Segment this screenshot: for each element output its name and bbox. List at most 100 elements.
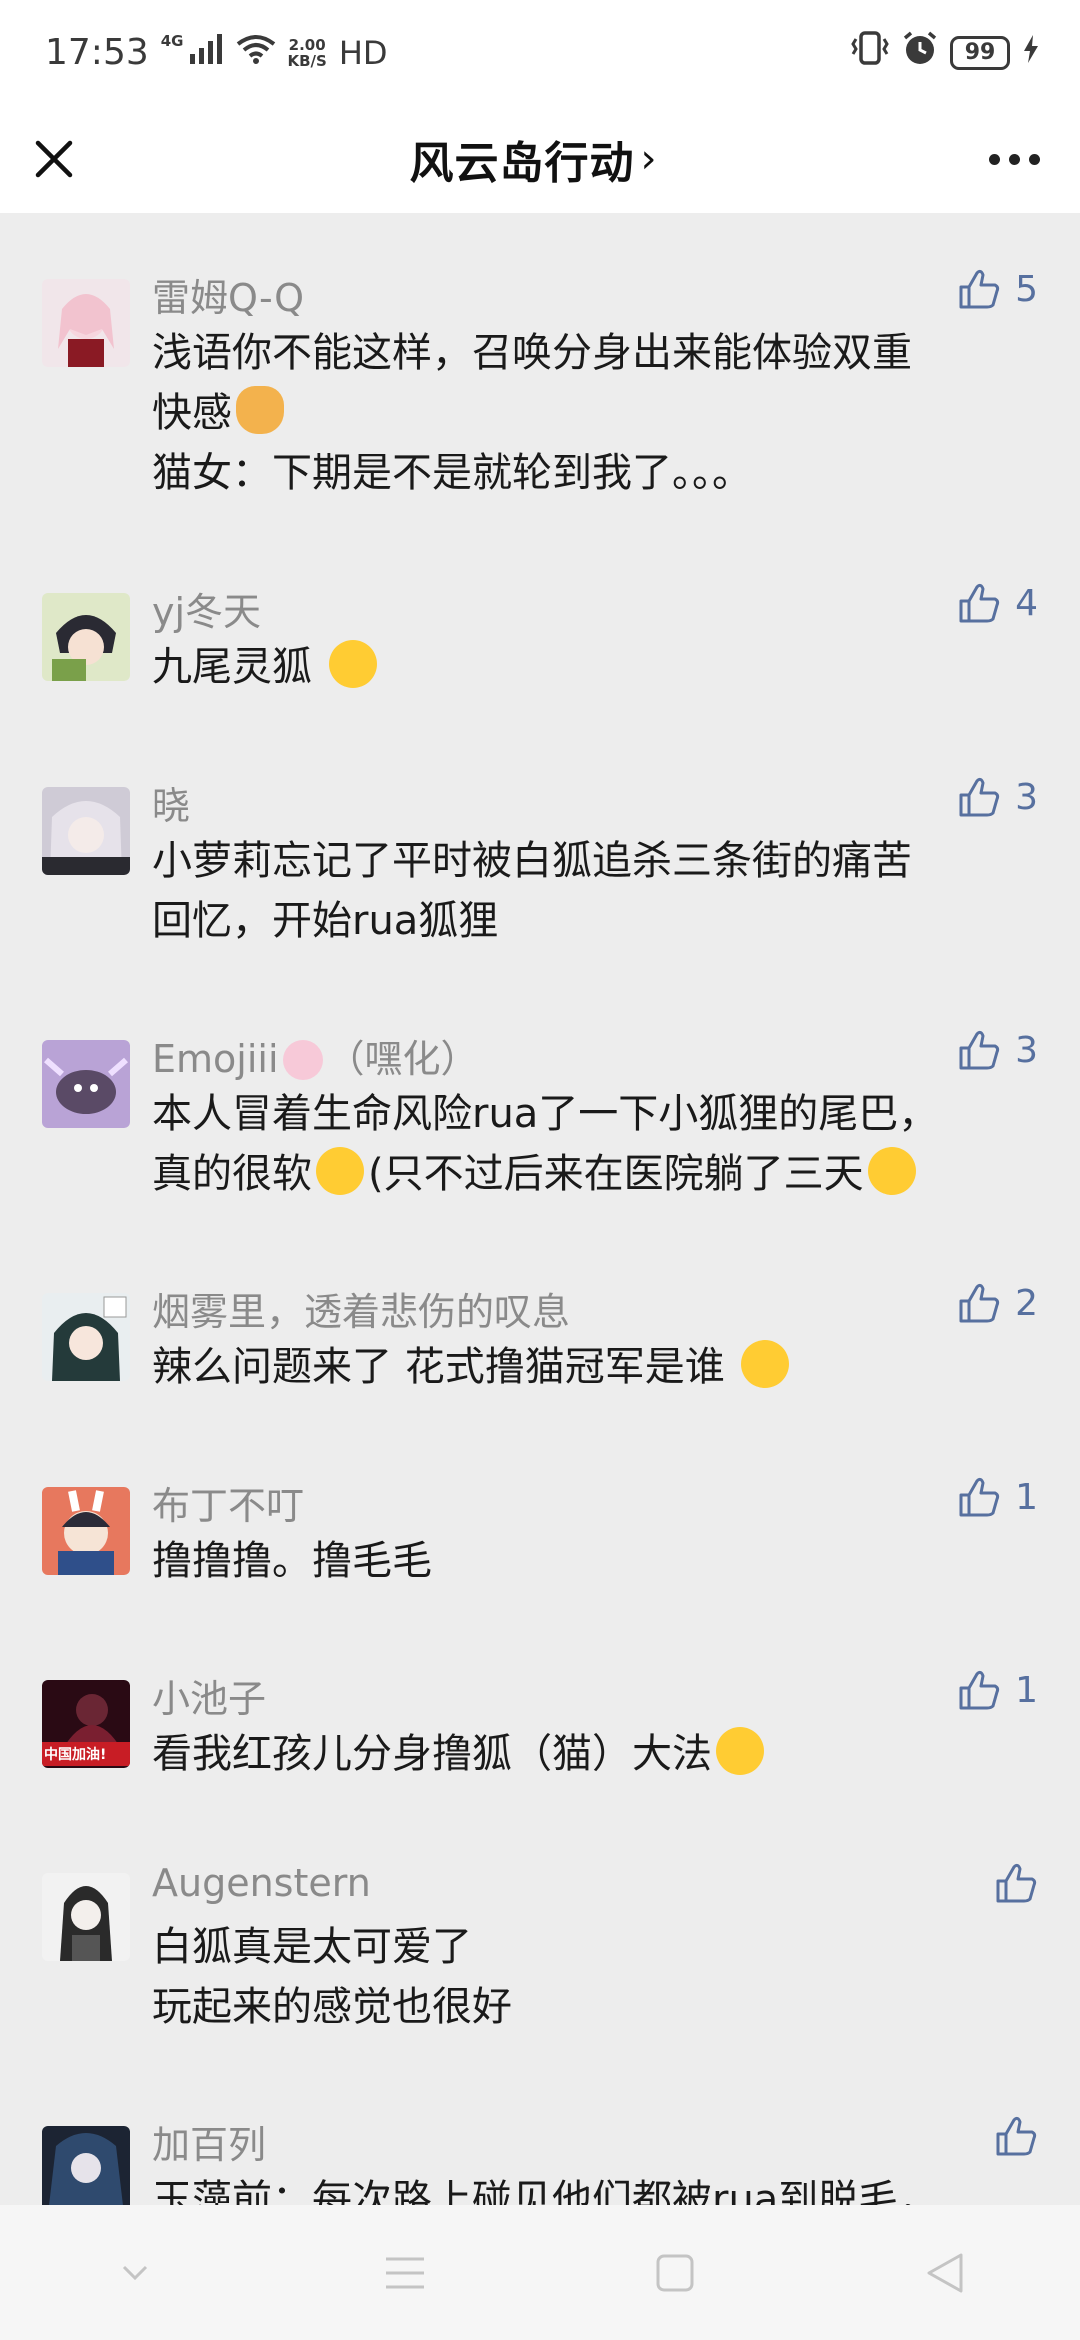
status-left: 17:53 4G 2.00 KB/S HD xyxy=(45,32,388,73)
status-right: 99 xyxy=(850,30,1040,75)
like-count: 2 xyxy=(1015,1282,1038,1324)
comment-line: 快感 xyxy=(152,390,232,436)
comment-text: 本人冒着生命风险rua了一下小狐狸的尾巴， 真的很软 (只不过后来在医院躺了三天 xyxy=(152,1084,1022,1204)
close-icon[interactable] xyxy=(30,135,78,183)
speed-value: 2.00 xyxy=(288,35,326,54)
avatar[interactable] xyxy=(42,1293,130,1381)
comment-author[interactable]: Emojiii （嘿化） xyxy=(152,1028,479,1083)
comment-text: 玉藻前：每次路上碰见他们都被rua到脱毛， xyxy=(152,2170,1022,2205)
thumbs-up-icon xyxy=(959,1670,1000,1710)
thumbs-up-icon xyxy=(959,583,1000,623)
comment-line: 看我红孩儿分身撸狐（猫）大法 xyxy=(152,1731,712,1777)
comment-author[interactable]: 加百列 xyxy=(152,2114,266,2169)
like-button[interactable]: 1 xyxy=(957,1668,1038,1712)
comment-line: 九尾灵狐 xyxy=(152,644,312,690)
like-count: 4 xyxy=(1015,582,1038,624)
avatar[interactable] xyxy=(42,279,130,367)
charging-icon xyxy=(1022,34,1040,71)
avatar[interactable] xyxy=(42,787,130,875)
comment-author[interactable]: 布丁不叮 xyxy=(152,1475,304,1530)
comment-text: 浅语你不能这样，召唤分身出来能体验双重 快感 猫女：下期是不是就轮到我了。。。 xyxy=(152,323,1022,503)
comment-text: 撸撸撸。撸毛毛 xyxy=(152,1531,1022,1591)
more-dot xyxy=(1029,153,1040,165)
comment-line-wrap: 辣么问题来了 花式撸猫冠军是谁 xyxy=(152,1337,1022,1397)
like-button[interactable] xyxy=(994,1861,1038,1905)
comment-author[interactable]: 雷姆Q-Q xyxy=(152,267,304,322)
comment-line-wrap: 看我红孩儿分身撸狐（猫）大法 xyxy=(152,1724,1022,1784)
comment-author-name: Emojiii xyxy=(152,1037,279,1081)
avatar-caption: 中国加油! xyxy=(44,1747,107,1763)
like-button[interactable]: 4 xyxy=(957,581,1038,625)
comment-list[interactable]: 雷姆Q-Q 5 浅语你不能这样，召唤分身出来能体验双重 快感 猫女：下期是不是就… xyxy=(0,213,1080,2205)
avatar[interactable] xyxy=(42,1873,130,1961)
comment-line: 小萝莉忘记了平时被白狐追杀三条街的痛苦 xyxy=(152,838,912,884)
comment-author[interactable]: 晓 xyxy=(152,775,190,830)
avatar[interactable] xyxy=(42,593,130,681)
like-button[interactable] xyxy=(994,2114,1038,2158)
status-time: 17:53 xyxy=(45,32,149,73)
comment-text: 看我红孩儿分身撸狐（猫）大法 xyxy=(152,1724,1022,1784)
thumbs-up-icon xyxy=(959,777,1000,817)
like-button[interactable]: 5 xyxy=(957,267,1038,311)
laughing-emoji-icon xyxy=(328,640,377,688)
like-count: 1 xyxy=(1015,1476,1038,1518)
avatar[interactable] xyxy=(42,1487,130,1575)
page-title-link[interactable]: 风云岛行动 › xyxy=(410,127,658,191)
thumbs-up-icon xyxy=(996,1863,1037,1903)
comment-line: (只不过后来在医院躺了三天 xyxy=(368,1151,864,1197)
like-count: 1 xyxy=(1015,1669,1038,1711)
wifi-icon xyxy=(236,32,276,73)
comment-text: 小萝莉忘记了平时被白狐追杀三条街的痛苦 回忆，开始rua狐狸 xyxy=(152,831,1022,951)
like-count: 3 xyxy=(1015,776,1038,818)
comment-author[interactable]: Augenstern xyxy=(152,1861,371,1905)
thumbs-up-icon xyxy=(959,269,1000,309)
network-type: 4G xyxy=(160,32,184,50)
system-nav-bar xyxy=(0,2205,1080,2340)
speed-unit: KB/S xyxy=(287,51,327,70)
page-title: 风云岛行动 xyxy=(409,138,635,189)
nav-bar: 风云岛行动 › xyxy=(0,105,1080,213)
menu-icon[interactable] xyxy=(375,2243,435,2303)
heart-eyes-emoji-icon xyxy=(316,1147,364,1195)
more-icon[interactable] xyxy=(989,153,1050,165)
comment-author[interactable]: 小池子 xyxy=(152,1668,266,1723)
heart-eyes-emoji-icon xyxy=(716,1727,764,1775)
like-button[interactable]: 2 xyxy=(957,1281,1038,1325)
dizzy-emoji-icon xyxy=(741,1340,790,1388)
comment-text: 辣么问题来了 花式撸猫冠军是谁 xyxy=(152,1337,1022,1397)
back-icon[interactable] xyxy=(915,2243,975,2303)
avatar[interactable] xyxy=(42,2126,130,2205)
comment-line: 真的很软 xyxy=(152,1151,312,1197)
comment-line: 浅语你不能这样，召唤分身出来能体验双重 xyxy=(152,330,912,376)
status-bar: 17:53 4G 2.00 KB/S HD 99 xyxy=(0,0,1080,105)
avatar[interactable] xyxy=(42,1040,130,1128)
comment-author[interactable]: 烟雾里，透着悲伤的叹息 xyxy=(152,1281,570,1336)
like-button[interactable]: 3 xyxy=(957,775,1038,819)
signal-icon xyxy=(189,32,224,73)
home-icon[interactable] xyxy=(645,2243,705,2303)
avatar[interactable]: 中国加油! xyxy=(42,1680,130,1768)
like-button[interactable]: 3 xyxy=(957,1028,1038,1072)
comment-line: 撸撸撸。撸毛毛 xyxy=(152,1538,432,1584)
chevron-right-icon: › xyxy=(640,136,658,182)
comment-author[interactable]: yj冬天 xyxy=(152,581,261,636)
flushed-emoji-icon xyxy=(867,1147,916,1195)
thumbs-up-icon xyxy=(959,1283,1000,1323)
chevron-down-icon[interactable] xyxy=(105,2243,165,2303)
comment-line: 辣么问题来了 花式撸猫冠军是谁 xyxy=(152,1344,725,1390)
comment-line: 玉藻前：每次路上碰见他们都被rua到脱毛， xyxy=(152,2177,939,2205)
thumbs-up-icon xyxy=(996,2116,1037,2156)
comment-line-wrap: 快感 xyxy=(152,383,1022,443)
comment-line-wrap: 真的很软 (只不过后来在医院躺了三天 xyxy=(152,1144,1022,1204)
dog-emoji-icon xyxy=(236,386,284,434)
lollipop-emoji-icon xyxy=(282,1040,323,1080)
comment-line: 白狐真是太可爱了 xyxy=(152,1924,472,1970)
comment-line: 玩起来的感觉也很好 xyxy=(152,1984,512,2030)
hd-indicator: HD xyxy=(338,33,388,72)
like-button[interactable]: 1 xyxy=(957,1475,1038,1519)
thumbs-up-icon xyxy=(959,1030,1000,1070)
battery-indicator: 99 xyxy=(950,35,1010,70)
like-count: 5 xyxy=(1015,268,1038,310)
comment-line: 猫女：下期是不是就轮到我了。。。 xyxy=(152,450,752,496)
comment-line: 回忆，开始rua狐狸 xyxy=(152,898,499,944)
